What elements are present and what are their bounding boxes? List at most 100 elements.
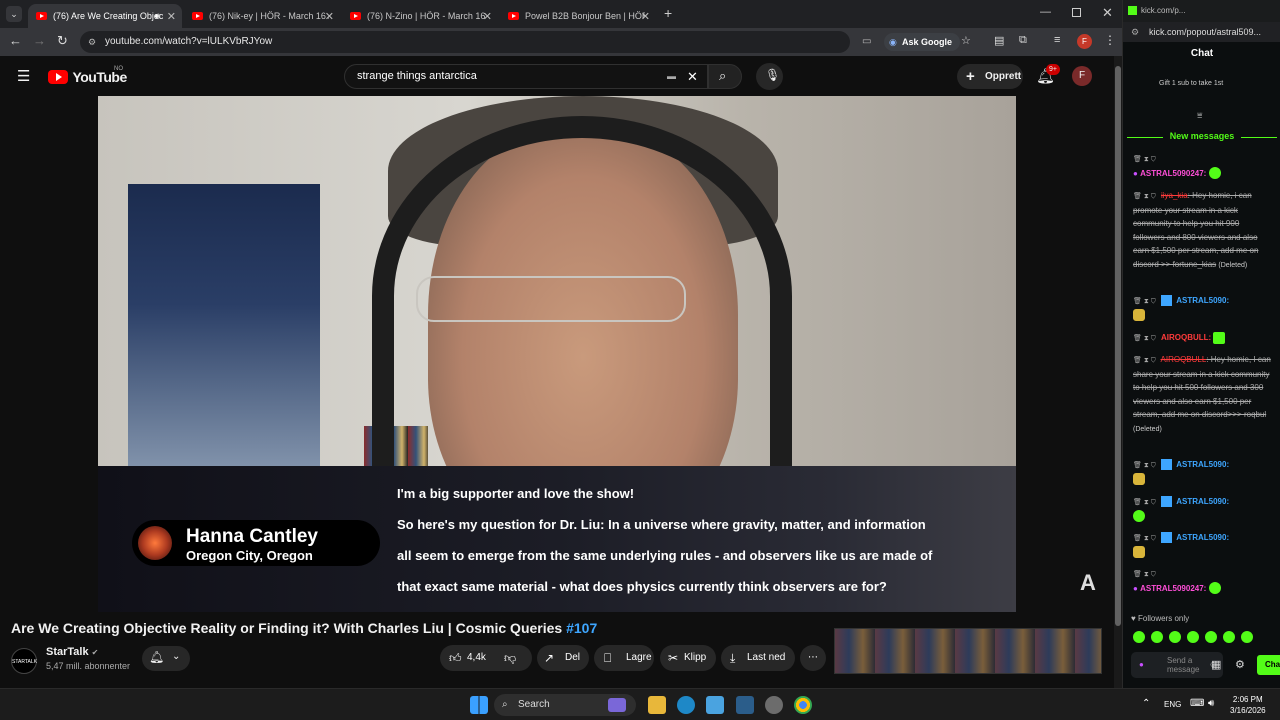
channel-avatar[interactable]: STARTALK — [11, 648, 37, 674]
search-input[interactable]: strange things antarctica ▬ ✕ — [344, 64, 708, 89]
chat-gift-icon[interactable]: ▦ — [1211, 658, 1221, 671]
thumbs-down-icon[interactable]: 👎︎ — [504, 645, 516, 671]
forward-icon[interactable]: → — [33, 33, 46, 48]
gift-sub-prompt[interactable]: Gift 1 sub to take 1st — [1159, 80, 1249, 88]
browser-tab[interactable]: (76) N-Zino | HÖR - March 16 / ✕ — [342, 4, 498, 28]
download-button[interactable]: ⤓ Last ned — [721, 645, 795, 671]
tune-icon: ⚙ — [1131, 27, 1140, 37]
emote-icon[interactable] — [1169, 631, 1181, 643]
chat-username[interactable]: AIROQBULL — [1161, 355, 1207, 364]
mod-action-icons[interactable]: 🗑 ⧗ ⛉ — [1133, 193, 1156, 200]
windows-start-icon[interactable] — [470, 696, 488, 714]
chat-username[interactable]: ASTRAL5090: — [1176, 460, 1229, 469]
emote-icon[interactable] — [1241, 631, 1253, 643]
clear-search-icon[interactable]: ✕ — [687, 65, 698, 88]
save-button[interactable]: ⎕ Lagre — [594, 645, 654, 671]
media-control-icon[interactable]: ≡ — [1054, 34, 1060, 46]
question-line: all seem to emerge from the same underly… — [397, 548, 933, 563]
mod-action-icons[interactable]: 🗑 ⧗ ⛉ — [1133, 153, 1268, 167]
site-info-icon[interactable]: ⚙ — [88, 31, 96, 53]
new-tab-button[interactable]: + — [664, 5, 672, 21]
close-tab-icon[interactable]: ✕ — [641, 10, 650, 23]
send-chat-button[interactable]: Chat — [1257, 655, 1280, 675]
taskbar-search[interactable]: ⌕ Search — [494, 694, 636, 716]
chat-username[interactable]: ASTRAL5090: — [1176, 296, 1229, 305]
chrome-browser-icon[interactable] — [794, 696, 812, 714]
mod-action-icons[interactable]: 🗑 ⧗ ⛉ — [1133, 335, 1156, 342]
chat-title: Chat — [1190, 48, 1214, 59]
install-app-icon[interactable]: ▭ — [862, 31, 871, 53]
chat-username[interactable]: ASTRAL5090: — [1176, 497, 1229, 506]
taskbar-clock[interactable]: 2:06 PM 3/16/2026 — [1230, 694, 1266, 716]
close-tab-icon[interactable]: ✕ — [167, 10, 176, 23]
minimize-button[interactable]: — — [1040, 6, 1051, 18]
emote-icon[interactable] — [1223, 631, 1235, 643]
video-player[interactable]: Hanna Cantley Oregon City, Oregon I'm a … — [98, 96, 1016, 612]
mod-action-icons[interactable]: 🗑 ⧗ ⛉ — [1133, 568, 1268, 582]
snipping-tool-icon[interactable] — [736, 696, 754, 714]
scrollbar-thumb[interactable] — [1115, 66, 1121, 626]
share-button[interactable]: ↗ Del — [537, 645, 589, 671]
quick-emote-bar[interactable] — [1133, 630, 1273, 644]
emote-icon[interactable] — [1205, 631, 1217, 643]
chat-settings-icon[interactable]: ⚙ — [1235, 658, 1245, 671]
more-actions-button[interactable]: ⋯ — [800, 645, 826, 671]
maximize-button[interactable] — [1072, 8, 1081, 17]
store-app-icon[interactable] — [706, 696, 724, 714]
subscription-bell-button[interactable]: 🔔︎ ⌄ — [142, 646, 190, 671]
browser-menu-icon[interactable]: ⋮ — [1104, 33, 1116, 47]
tab-search-button[interactable]: ⌄ — [6, 6, 22, 22]
search-button[interactable]: ⌕ — [708, 64, 742, 89]
mod-action-icons[interactable]: 🗑 ⧗ ⛉ — [1133, 298, 1156, 305]
emote-icon[interactable] — [1133, 631, 1145, 643]
chat-username[interactable]: AIROQBULL: — [1161, 333, 1211, 342]
close-tab-icon[interactable]: ✕ — [483, 10, 492, 23]
file-explorer-icon[interactable] — [648, 696, 666, 714]
related-video-thumbnail[interactable] — [834, 628, 1102, 674]
keyboard-icon[interactable]: ▬ — [667, 65, 676, 88]
new-messages-divider[interactable]: New messages — [1123, 131, 1280, 141]
browser-tab[interactable]: (76) Nik-ey | HÖR - March 16 / ✕ — [184, 4, 340, 28]
network-icon[interactable]: ⌨ — [1190, 698, 1204, 709]
episode-hashtag[interactable]: #107 — [566, 620, 597, 636]
like-dislike-button[interactable]: 👍︎ 4,4k 👎︎ — [440, 645, 532, 671]
back-icon[interactable]: ← — [9, 33, 22, 48]
emote-icon[interactable] — [1187, 631, 1199, 643]
extension-icon[interactable]: ▤ — [994, 34, 1004, 47]
clip-button[interactable]: ✂ Klipp — [660, 645, 716, 671]
thumbs-up-icon[interactable]: 👍︎ — [449, 645, 462, 671]
chat-username[interactable]: ASTRAL5090: — [1176, 533, 1229, 542]
ask-google-button[interactable]: ◉ Ask Google — [884, 33, 961, 51]
extensions-puzzle-icon[interactable]: ⧉ — [1019, 34, 1027, 47]
channel-name[interactable]: StarTalk ✔ — [46, 646, 98, 658]
page-scrollbar[interactable] — [1114, 56, 1122, 688]
browser-tab-active[interactable]: (76) Are We Creating Objec 🔊︎ ✕ — [28, 4, 182, 28]
voice-search-button[interactable]: 🎙︎ — [756, 63, 783, 90]
hamburger-menu-icon[interactable]: ☰ — [17, 67, 30, 85]
kick-address-bar[interactable]: ⚙ kick.com/popout/astral509... — [1123, 22, 1280, 42]
chat-message-input[interactable]: ● Send a message ☺ — [1131, 652, 1223, 678]
mod-action-icons[interactable]: 🗑 ⧗ ⛉ — [1133, 535, 1156, 542]
create-button[interactable]: + Opprett — [957, 64, 1023, 89]
chat-username[interactable]: iiya_kia — [1161, 191, 1188, 200]
browser-tab[interactable]: Powel B2B Bonjour Ben | HÖR ✕ — [500, 4, 656, 28]
mod-action-icons[interactable]: 🗑 ⧗ ⛉ — [1133, 462, 1156, 469]
profile-avatar[interactable]: F — [1077, 34, 1092, 49]
reload-icon[interactable]: ↻ — [57, 33, 68, 49]
mod-action-icons[interactable]: 🗑 ⧗ ⛉ — [1133, 499, 1156, 506]
youtube-logo[interactable]: YouTube NO — [48, 66, 127, 85]
settings-app-icon[interactable] — [765, 696, 783, 714]
bookmark-star-icon[interactable]: ☆ — [961, 34, 971, 47]
volume-icon[interactable]: 🔊︎ — [1208, 698, 1214, 709]
close-window-button[interactable]: ✕ — [1102, 5, 1113, 21]
mod-action-icons[interactable]: 🗑 ⧗ ⛉ — [1133, 357, 1156, 364]
edge-browser-icon[interactable] — [677, 696, 695, 714]
chat-username[interactable]: ASTRAL5090247: — [1140, 169, 1206, 178]
address-bar[interactable]: ⚙ youtube.com/watch?v=lULKVbRJYow ▭ — [80, 31, 871, 53]
tray-overflow-icon[interactable]: ⌃ — [1142, 698, 1150, 709]
input-language[interactable]: ENG — [1164, 700, 1181, 709]
account-avatar[interactable]: F — [1072, 66, 1092, 86]
emote-icon[interactable] — [1151, 631, 1163, 643]
close-tab-icon[interactable]: ✕ — [325, 10, 334, 23]
chat-username[interactable]: ASTRAL5090247: — [1140, 584, 1206, 593]
